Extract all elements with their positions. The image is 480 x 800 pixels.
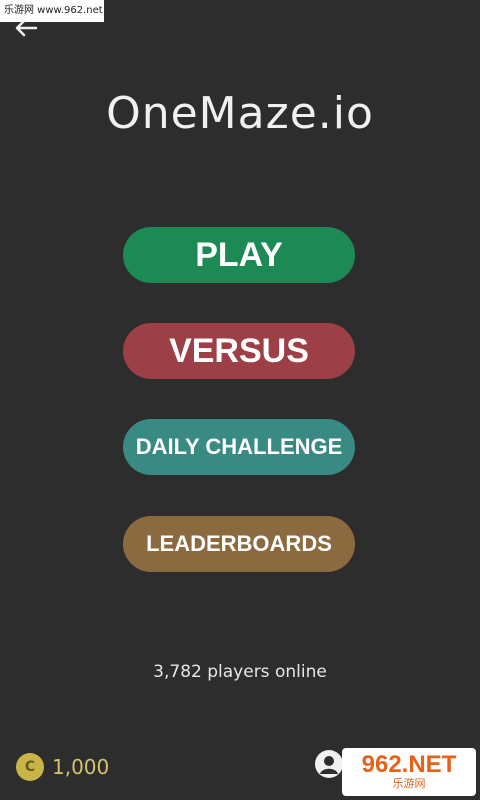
leaderboards-button[interactable]: LEADERBOARDS [123,516,355,572]
coin-balance: C 1,000 [16,752,109,782]
coin-icon: C [16,753,44,781]
watermark-sub-text: 乐游网 [392,777,426,790]
arrow-left-icon [15,19,38,37]
user-icon [315,750,343,778]
watermark-logo-text: 962.NET [361,751,457,778]
versus-button[interactable]: VERSUS [123,323,355,379]
daily-challenge-button[interactable]: DAILY CHALLENGE [123,419,355,475]
game-title: OneMaze.io [106,88,374,139]
play-button[interactable]: PLAY [123,227,355,283]
players-online-text: 3,782 players online [153,662,327,682]
profile-button[interactable] [314,749,344,779]
watermark-bottom-logo: 962.NET 乐游网 [342,748,476,796]
coin-count: 1,000 [52,755,110,779]
back-button[interactable] [14,18,38,38]
